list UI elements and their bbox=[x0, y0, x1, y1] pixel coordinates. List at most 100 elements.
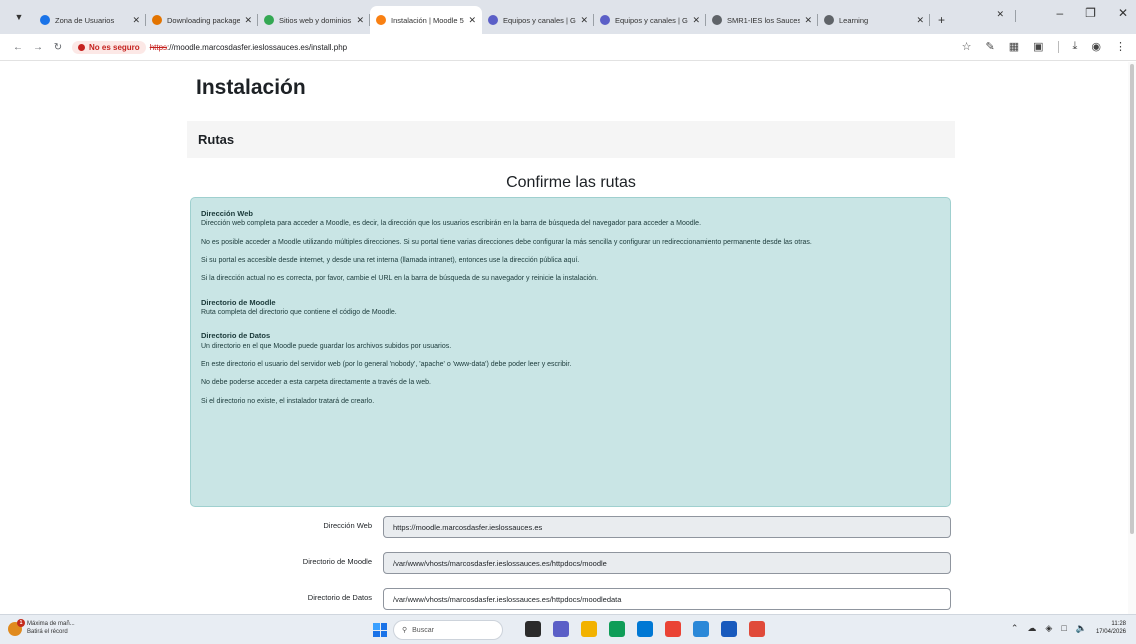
meet-icon[interactable]: ◈ bbox=[1045, 623, 1052, 634]
tab-title: Downloading package | N bbox=[167, 15, 241, 25]
browser-tab[interactable]: Downloading package | N✕ bbox=[146, 6, 258, 34]
tab-close-icon[interactable]: ✕ bbox=[916, 15, 924, 26]
back-icon[interactable]: ← bbox=[8, 42, 28, 53]
tab-close-icon[interactable]: ✕ bbox=[804, 15, 812, 26]
tab-title: Instalación | Moodle 5.1.3 bbox=[391, 15, 464, 25]
tab-search-icon[interactable]: ▼ bbox=[8, 6, 30, 28]
favicon-icon bbox=[152, 15, 162, 25]
pen-icon[interactable]: ✎ bbox=[985, 40, 994, 53]
restore-icon[interactable]: ❐ bbox=[1085, 6, 1096, 20]
section-header: Rutas bbox=[187, 121, 955, 158]
field-row-dataroot: Directorio de Datos bbox=[190, 588, 952, 610]
taskbar-app-icon[interactable] bbox=[749, 621, 765, 637]
browser-tab[interactable]: SMR1-IES los Sauces ✕ bbox=[706, 6, 818, 34]
minimize-icon[interactable]: – bbox=[1056, 6, 1063, 20]
favicon-icon bbox=[712, 15, 722, 25]
help-text: No debe poderse acceder a esta carpeta d… bbox=[201, 379, 431, 387]
browser-tab[interactable]: Sitios web y dominios - P ✕ bbox=[258, 6, 370, 34]
puzzle-icon[interactable]: ▣ bbox=[1033, 40, 1043, 53]
browser-tab[interactable]: Zona de Usuarios ✕ bbox=[34, 6, 146, 34]
wwwroot-label: Dirección Web bbox=[323, 521, 372, 530]
help-text: Ruta completa del directorio que contien… bbox=[201, 309, 397, 316]
taskbar-app-icon[interactable] bbox=[721, 621, 737, 637]
taskbar-app-icon[interactable] bbox=[609, 621, 625, 637]
cloud-icon[interactable]: ☁ bbox=[1027, 623, 1036, 634]
dirroot-field[interactable] bbox=[383, 552, 951, 574]
tab-close-icon[interactable]: ✕ bbox=[580, 15, 588, 26]
weather-icon: 1 bbox=[8, 618, 25, 636]
forward-icon[interactable]: → bbox=[28, 42, 48, 53]
taskbar: 1 Máxima de mañ... Batirá el récord ⚲ Bu… bbox=[0, 614, 1136, 644]
browser-tab[interactable]: Equipos y canales | Gene ✕ bbox=[482, 6, 594, 34]
taskbar-app-icon[interactable] bbox=[525, 621, 541, 637]
page-scrollbar[interactable] bbox=[1128, 62, 1136, 614]
time: 11:28 bbox=[1111, 621, 1126, 627]
insecure-badge[interactable]: No es seguro bbox=[72, 40, 146, 54]
tab-close-icon[interactable]: ✕ bbox=[244, 15, 252, 26]
taskbar-app-icon[interactable] bbox=[693, 621, 709, 637]
help-section-web: Dirección Web Dirección web completa par… bbox=[201, 209, 940, 284]
volume-icon[interactable]: 🔈 bbox=[1076, 623, 1087, 634]
new-tab-button[interactable]: + bbox=[938, 13, 945, 27]
tab-close-icon[interactable]: ✕ bbox=[468, 15, 476, 26]
clock[interactable]: 11:28 17/04/2026 bbox=[1096, 620, 1126, 637]
tab-list: Zona de Usuarios✕Downloading package | N… bbox=[34, 6, 930, 34]
tab-close-icon[interactable]: ✕ bbox=[692, 15, 700, 26]
notification-badge: 1 bbox=[17, 618, 25, 627]
reload-icon[interactable]: ↻ bbox=[48, 42, 68, 53]
wwwroot-field[interactable] bbox=[383, 516, 951, 538]
weather-text: Máxima de mañ... Batirá el récord bbox=[27, 621, 75, 637]
help-text: Un directorio en el que Moodle puede gua… bbox=[201, 342, 452, 350]
taskbar-app-icon[interactable] bbox=[665, 621, 681, 637]
tab-title: Sitios web y dominios - P bbox=[279, 15, 352, 25]
search-icon: ⚲ bbox=[402, 627, 408, 634]
page-title: Instalación bbox=[196, 76, 306, 99]
scrollbar-thumb[interactable] bbox=[1130, 64, 1134, 534]
tab-close-icon[interactable]: ✕ bbox=[132, 15, 140, 26]
address-bar[interactable]: No es seguro https ://moodle.marcosdasfe… bbox=[72, 37, 347, 57]
help-title: Dirección Web bbox=[201, 209, 253, 218]
menu-icon[interactable]: ⋮ bbox=[1115, 40, 1126, 53]
favicon-icon bbox=[376, 15, 386, 25]
help-text: Si la dirección actual no es correcta, p… bbox=[201, 275, 599, 283]
help-title: Directorio de Datos bbox=[201, 331, 271, 341]
network-icon[interactable]: □ bbox=[1061, 623, 1066, 633]
divider bbox=[1015, 10, 1016, 22]
close-window-icon[interactable]: ✕ bbox=[1118, 6, 1128, 20]
taskbar-app-icon[interactable] bbox=[553, 621, 569, 637]
browser-tab[interactable]: Instalación | Moodle 5.1.3 ✕ bbox=[370, 6, 482, 34]
taskbar-search[interactable]: ⚲ Buscar bbox=[393, 620, 503, 640]
toolbar-actions: ☆ ✎ ▦ ▣ ⤓ ◉ ⋮ bbox=[962, 40, 1126, 53]
dirroot-label: Directorio de Moodle bbox=[302, 557, 372, 566]
profile-icon[interactable]: ◉ bbox=[1091, 40, 1101, 53]
help-text: Dirección web completa para acceder a Mo… bbox=[201, 220, 702, 228]
tab-title: Learning bbox=[839, 15, 869, 25]
help-title: Directorio de Moodle bbox=[201, 297, 276, 307]
taskbar-app-icon[interactable] bbox=[637, 621, 653, 637]
favicon-icon bbox=[600, 15, 610, 25]
taskbar-app-icon[interactable] bbox=[581, 621, 597, 637]
divider bbox=[1057, 40, 1059, 53]
dataroot-label: Directorio de Datos bbox=[307, 593, 372, 602]
extension-icon[interactable]: ▦ bbox=[1009, 40, 1019, 53]
favicon-icon bbox=[40, 15, 50, 25]
help-section-dataroot: Directorio de Datos Un directorio en el … bbox=[201, 331, 940, 406]
taskbar-apps bbox=[525, 621, 765, 637]
tab-title: Zona de Usuarios bbox=[55, 15, 115, 25]
field-row-dirroot: Directorio de Moodle bbox=[190, 552, 952, 574]
browser-tab[interactable]: Equipos y canales | Gene ✕ bbox=[594, 6, 706, 34]
dataroot-field[interactable] bbox=[383, 588, 951, 610]
close-icon[interactable]: ✕ bbox=[996, 9, 1004, 20]
weather-widget[interactable]: 1 Máxima de mañ... Batirá el récord bbox=[8, 618, 75, 637]
bookmark-star-icon[interactable]: ☆ bbox=[962, 40, 972, 53]
download-icon[interactable]: ⤓ bbox=[1073, 40, 1078, 53]
tab-close-icon[interactable]: ✕ bbox=[356, 15, 364, 26]
favicon-icon bbox=[824, 15, 834, 25]
url-scheme: https bbox=[149, 42, 168, 52]
browser-toolbar: ← → ↻ No es seguro https ://moodle.marco… bbox=[0, 34, 1136, 61]
warning-icon bbox=[78, 43, 85, 51]
browser-tab[interactable]: Learning ✕ bbox=[818, 6, 930, 34]
start-button[interactable] bbox=[373, 623, 387, 637]
tab-title: SMR1-IES los Sauces bbox=[727, 15, 801, 25]
chevron-up-icon[interactable]: ⌃ bbox=[1011, 623, 1019, 634]
